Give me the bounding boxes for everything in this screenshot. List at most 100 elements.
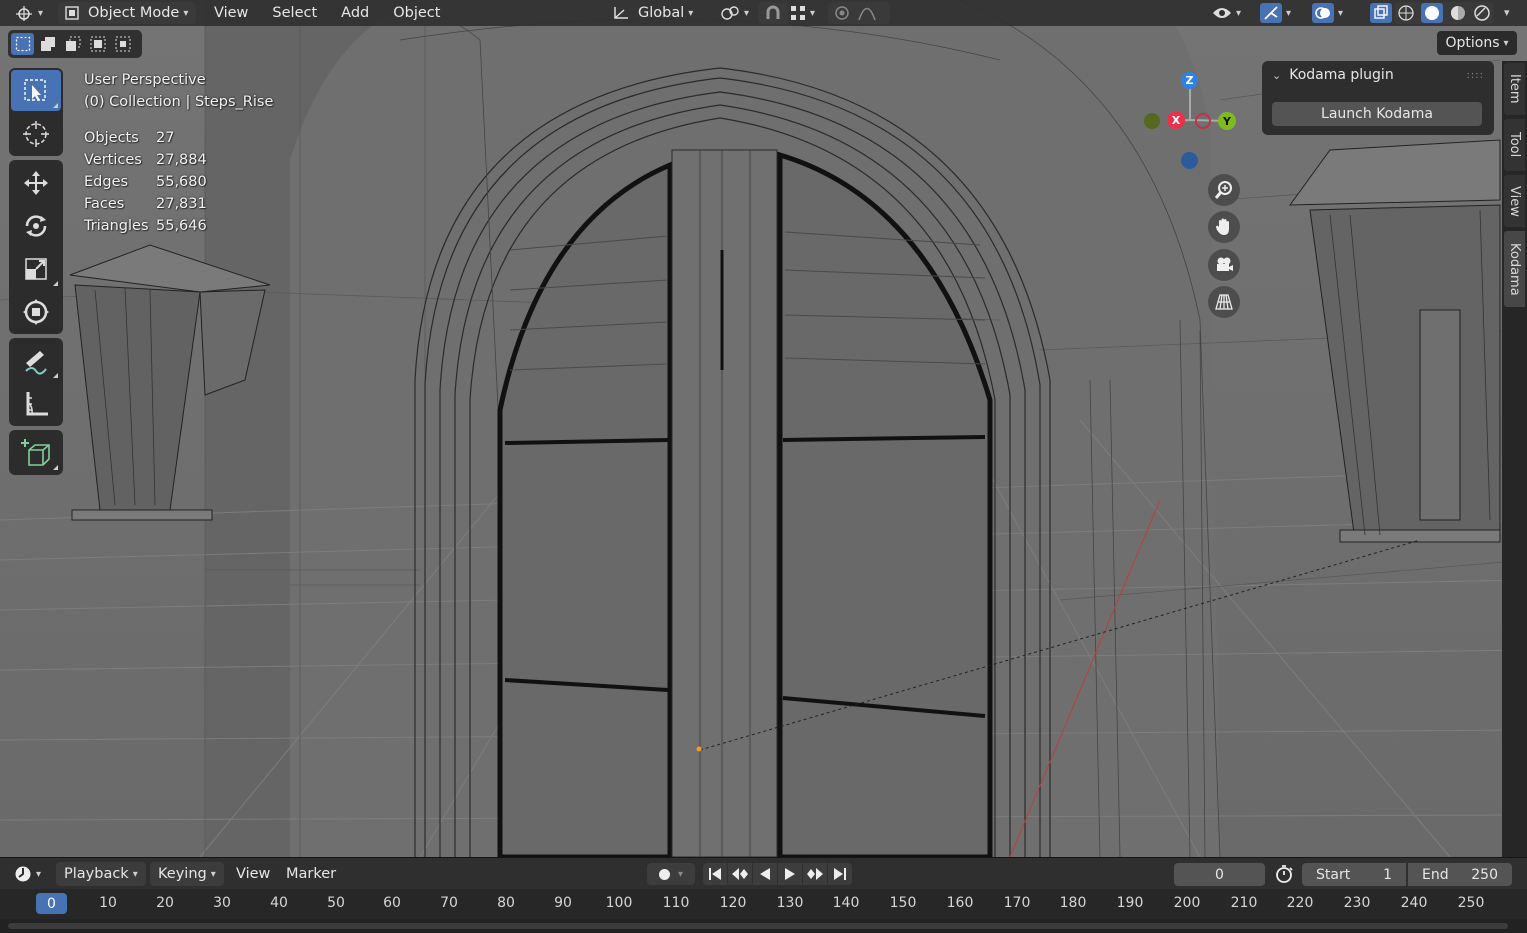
menu-select[interactable]: Select (266, 2, 323, 24)
solid-shading-icon[interactable] (1421, 3, 1443, 23)
stat-label: Triangles (84, 218, 149, 234)
scale-tool[interactable] (11, 248, 61, 289)
gizmo-z-axis[interactable]: Z (1181, 72, 1198, 89)
wireframe-shading-icon[interactable] (1397, 4, 1415, 22)
gizmo-neg-x-axis[interactable] (1195, 113, 1211, 129)
frame-playhead[interactable]: 0 (36, 893, 67, 914)
options-dropdown[interactable]: Options ▾ (1437, 31, 1517, 55)
menu-add[interactable]: Add (335, 2, 375, 24)
menu-keying[interactable]: Keying ▾ (150, 862, 224, 886)
3d-viewport[interactable]: ▾ Object Mode ▾ View Select Add Object G… (0, 0, 1527, 857)
timeline-editor-type-button[interactable]: ▾ (10, 862, 48, 886)
panel-header[interactable]: ⌄ Kodama plugin (1272, 67, 1394, 83)
end-frame-field[interactable]: End 250 (1408, 863, 1512, 886)
frame-tick: 170 (1003, 895, 1031, 911)
timeline-ruler[interactable]: 0 10 20 30 40 50 60 70 80 90 100 110 120… (0, 889, 1527, 919)
magnet-icon (764, 5, 782, 21)
stat-row: Objects 27 (84, 127, 273, 149)
move-tool[interactable] (11, 162, 61, 203)
auto-keying-button[interactable]: ▾ (647, 863, 695, 885)
tab-tool[interactable]: Tool (1504, 119, 1525, 171)
tab-view[interactable]: View (1504, 175, 1525, 227)
select-box-tool[interactable] (11, 70, 61, 111)
menu-marker[interactable]: Marker (278, 862, 344, 886)
gizmo-neg-y-axis[interactable] (1144, 113, 1160, 129)
orientation-icon (612, 5, 630, 21)
select-subtract-button[interactable] (61, 33, 84, 55)
stat-row: Faces 27,831 (84, 193, 273, 215)
overlays-toggle[interactable]: ▾ (1306, 2, 1349, 24)
frame-tick: 50 (327, 895, 345, 911)
gizmo-x-axis[interactable]: X (1167, 111, 1185, 129)
timeline-scrollbar[interactable] (0, 919, 1527, 933)
measure-tool[interactable] (11, 383, 61, 424)
mode-selector[interactable]: Object Mode ▾ (58, 2, 196, 24)
preview-range-button[interactable] (1270, 862, 1298, 886)
launch-kodama-button[interactable]: Launch Kodama (1272, 102, 1482, 126)
perspective-toggle-button[interactable] (1208, 286, 1240, 318)
stat-row: Vertices 27,884 (84, 149, 273, 171)
tab-item[interactable]: Item (1504, 63, 1525, 115)
add-cube-tool[interactable] (11, 432, 61, 473)
select-extend-button[interactable] (36, 33, 59, 55)
menu-object[interactable]: Object (387, 2, 446, 24)
stat-row: Edges 55,680 (84, 171, 273, 193)
chevron-down-icon: ▾ (183, 7, 189, 19)
chevron-down-icon: ▾ (38, 7, 44, 19)
start-frame-field[interactable]: Start 1 (1302, 863, 1406, 886)
annotate-tool[interactable] (11, 340, 61, 381)
transform-tool[interactable] (11, 291, 61, 332)
chevron-down-icon: ▾ (677, 868, 684, 880)
view-perspective-label: User Perspective (84, 72, 206, 88)
camera-view-button[interactable] (1208, 249, 1240, 281)
orientation-label: Global (638, 5, 685, 21)
cursor-tool[interactable] (11, 113, 61, 154)
toolbar-annotate-group (9, 338, 63, 426)
transform-orientation-selector[interactable]: Global ▾ (606, 2, 699, 24)
proportional-editing-button[interactable] (828, 2, 890, 24)
chevron-down-icon: ▾ (132, 868, 138, 880)
material-shading-icon[interactable] (1449, 4, 1467, 22)
stat-label: Objects (84, 130, 139, 146)
menu-view[interactable]: View (208, 2, 254, 24)
menu-timeline-view[interactable]: View (228, 862, 278, 886)
editor-type-button[interactable]: ▾ (0, 2, 48, 24)
end-frame-value: 250 (1471, 866, 1498, 883)
options-label: Options (1445, 35, 1500, 51)
jump-keyframe-forward-button[interactable] (803, 863, 827, 885)
tab-kodama[interactable]: Kodama (1504, 231, 1525, 307)
overlays-icon (1312, 3, 1334, 23)
grid-snap-icon (790, 5, 806, 21)
frame-tick: 140 (832, 895, 860, 911)
select-intersect-button[interactable] (111, 33, 134, 55)
current-frame-field[interactable]: 0 (1174, 863, 1265, 886)
play-icon (785, 868, 795, 880)
chevron-down-icon: ▾ (1338, 7, 1344, 19)
select-new-button[interactable] (11, 33, 34, 55)
gizmo-neg-z-axis[interactable] (1181, 152, 1198, 169)
play-reverse-button[interactable] (753, 863, 777, 885)
chevron-down-icon[interactable]: ▾ (1504, 6, 1510, 19)
scrollbar-thumb[interactable] (8, 923, 1508, 929)
drag-handle-icon[interactable]: :::: (1467, 70, 1484, 81)
play-reverse-icon (760, 868, 770, 880)
jump-keyframe-back-button[interactable] (728, 863, 752, 885)
pan-button[interactable] (1208, 211, 1240, 243)
menu-playback[interactable]: Playback ▾ (56, 862, 146, 886)
select-invert-button[interactable] (86, 33, 109, 55)
jump-start-button[interactable] (703, 863, 727, 885)
chevron-down-icon: ▾ (810, 7, 816, 19)
chevron-down-icon: ▾ (1286, 7, 1292, 19)
rotate-tool[interactable] (11, 205, 61, 246)
rendered-shading-icon[interactable] (1473, 4, 1491, 22)
snap-target-button[interactable]: ▾ (784, 2, 821, 24)
xray-toggle[interactable] (1364, 2, 1398, 24)
visibility-button[interactable]: ▾ (1206, 2, 1247, 24)
pivot-point-button[interactable]: ▾ (714, 2, 755, 24)
gizmo-y-axis[interactable]: Y (1218, 112, 1236, 130)
gizmo-toggle[interactable]: ▾ (1254, 2, 1297, 24)
zoom-button[interactable] (1208, 174, 1240, 206)
play-button[interactable] (778, 863, 802, 885)
frame-tick: 120 (719, 895, 747, 911)
jump-end-button[interactable] (828, 863, 852, 885)
